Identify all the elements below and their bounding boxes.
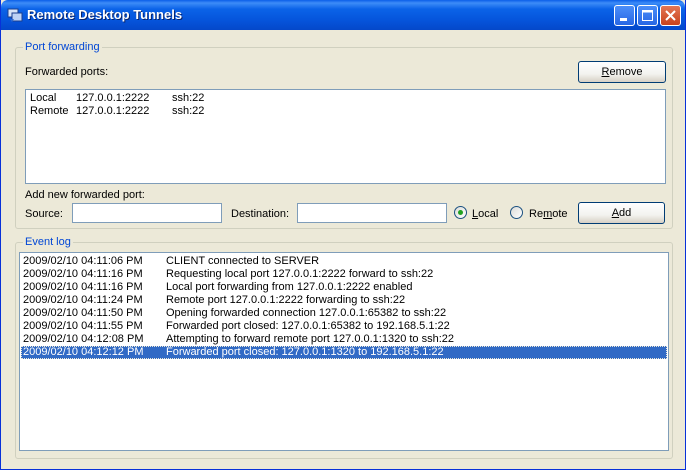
close-icon [665,10,676,21]
log-time: 2009/02/10 04:11:55 PM [23,320,143,332]
maximize-button[interactable] [637,5,658,26]
remote-radio[interactable] [510,206,523,219]
log-time: 2009/02/10 04:11:16 PM [23,268,143,280]
add-mnemonic: A [611,207,620,219]
remove-button[interactable]: Remove [578,61,666,83]
log-entry[interactable]: 2009/02/10 04:11:06 PM CLIENT connected t… [21,255,667,268]
log-time: 2009/02/10 04:11:06 PM [23,255,143,267]
remote-radio-label[interactable]: Remote [529,208,568,220]
minimize-button[interactable] [614,5,635,26]
remote-label-b: ote [552,208,568,220]
event-log-group-label: Event log [23,236,73,248]
close-button[interactable] [660,5,681,26]
port-target: ssh:22 [172,105,205,117]
local-radio-label[interactable]: Local [472,208,498,220]
port-address: 127.0.0.1:2222 [76,105,150,117]
remote-label-a: Re [529,208,544,220]
source-input[interactable] [72,203,222,223]
destination-input[interactable] [297,203,447,223]
log-time: 2009/02/10 04:11:16 PM [23,281,143,293]
log-message: Requesting local port 127.0.0.1:2222 for… [166,268,434,280]
forwarded-ports-list[interactable]: Local 127.0.0.1:2222 ssh:22 Remote 127.0… [25,89,666,184]
window-title: Remote Desktop Tunnels [27,7,183,22]
port-type: Remote [30,105,69,117]
list-item[interactable]: Remote 127.0.0.1:2222 ssh:22 [30,105,660,118]
app-icon [7,7,23,23]
maximize-icon [642,10,653,21]
port-address: 127.0.0.1:2222 [76,92,150,104]
local-radio-label-rest: ocal [478,208,499,220]
log-time: 2009/02/10 04:12:12 PM [23,346,144,358]
log-message: Opening forwarded connection 127.0.0.1:6… [166,307,447,319]
log-entry[interactable]: 2009/02/10 04:11:16 PM Local port forward… [21,281,667,294]
log-message: Remote port 127.0.0.1:2222 forwarding to… [166,294,406,306]
add-new-port-label: Add new forwarded port: [25,189,145,201]
radio-selected-dot [458,210,463,215]
port-target: ssh:22 [172,92,205,104]
log-entry[interactable]: 2009/02/10 04:11:16 PM Requesting local p… [21,268,667,281]
remote-mnemonic: m [543,208,553,220]
log-entry[interactable]: 2009/02/10 04:11:50 PM Opening forwarded … [21,307,667,320]
title-bar[interactable]: Remote Desktop Tunnels [1,0,685,30]
event-log-list[interactable]: 2009/02/10 04:11:06 PM CLIENT connected t… [19,252,669,451]
destination-label: Destination: [231,208,290,220]
minimize-icon [620,18,627,21]
remove-button-label: Remove [602,66,643,78]
log-message: Forwarded port closed: 127.0.0.1:65382 t… [166,320,450,332]
log-entry[interactable]: 2009/02/10 04:11:24 PM Remote port 127.0.… [21,294,667,307]
log-time: 2009/02/10 04:12:08 PM [23,333,144,345]
add-button-label-rest: dd [619,207,632,219]
log-entry[interactable]: 2009/02/10 04:12:08 PM Attempting to forw… [21,333,667,346]
main-window: Remote Desktop Tunnels Port forwarding F… [0,0,686,470]
log-message: CLIENT connected to SERVER [166,255,320,267]
add-button[interactable]: Add [578,202,665,224]
port-type: Local [30,92,57,104]
add-button-label: Add [612,207,632,219]
log-entry[interactable]: 2009/02/10 04:11:55 PM Forwarded port clo… [21,320,667,333]
list-item[interactable]: Local 127.0.0.1:2222 ssh:22 [30,92,660,105]
log-entry[interactable]: 2009/02/10 04:12:12 PM Forwarded port clo… [21,346,667,359]
log-message: Attempting to forward remote port 127.0.… [166,333,455,345]
source-label: Source: [25,208,63,220]
log-time: 2009/02/10 04:11:24 PM [23,294,143,306]
remove-button-label-rest: emove [609,66,643,78]
log-message: Local port forwarding from 127.0.0.1:222… [166,281,413,293]
log-time: 2009/02/10 04:11:50 PM [23,307,143,319]
forwarded-ports-label: Forwarded ports: [25,66,109,78]
port-forwarding-group-label: Port forwarding [23,41,102,53]
log-message: Forwarded port closed: 127.0.0.1:1320 to… [166,346,444,358]
local-radio[interactable] [454,206,467,219]
